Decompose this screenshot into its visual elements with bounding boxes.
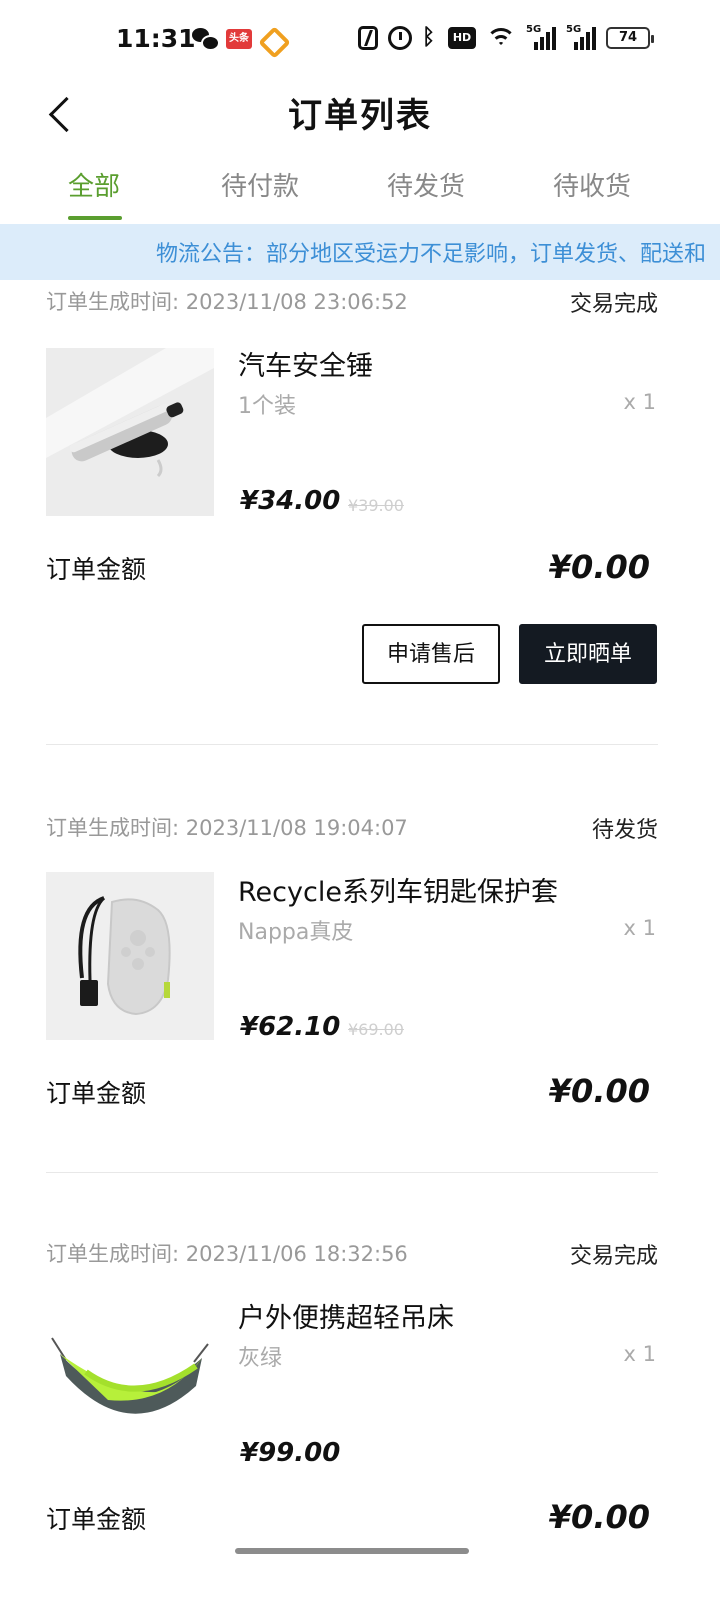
- tab-indicator: [68, 216, 122, 220]
- product-qty: x 1: [623, 916, 656, 940]
- order-time-value: 2023/11/08 19:04:07: [185, 816, 408, 840]
- product-name[interactable]: 汽车安全锤: [238, 344, 373, 383]
- status-bar: 11:31 头条 ᛒ HD 5G 5G 74: [0, 0, 720, 84]
- logistics-notice[interactable]: 物流公告：部分地区受运力不足影响，订单发货、配送和: [0, 224, 720, 280]
- order-status: 交易完成: [569, 292, 658, 317]
- product-spec: 1个装: [238, 394, 296, 419]
- order-tabs: 全部 待付款 待发货 待收货: [0, 160, 720, 222]
- order-amount: ¥0.00: [548, 1072, 650, 1110]
- alarm-icon: [388, 26, 412, 50]
- share-review-button[interactable]: 立即晒单: [519, 624, 657, 684]
- order-status: 待发货: [591, 818, 658, 843]
- product-spec: Nappa真皮: [238, 920, 354, 945]
- home-indicator[interactable]: [235, 1548, 469, 1554]
- key-cover-image: [46, 872, 214, 1040]
- wifi-icon: [486, 26, 516, 50]
- product-qty: x 1: [623, 390, 656, 414]
- product-thumbnail[interactable]: [46, 1296, 214, 1464]
- system-icons: ᛒ HD 5G 5G 74: [358, 24, 654, 50]
- order-time-value: 2023/11/06 18:32:56: [185, 1242, 408, 1266]
- page-title: 订单列表: [288, 96, 432, 136]
- bluetooth-icon: ᛒ: [422, 25, 436, 50]
- safety-hammer-image: [46, 348, 214, 516]
- order-time-label: 订单生成时间:: [46, 290, 180, 314]
- order-time-value: 2023/11/08 23:06:52: [185, 290, 408, 314]
- order-amount: ¥0.00: [548, 548, 650, 586]
- product-price: ¥62.10: [240, 1012, 341, 1042]
- original-price: ¥39.00: [348, 496, 404, 515]
- product-qty: x 1: [623, 1342, 656, 1366]
- product-price: ¥99.00: [240, 1438, 341, 1468]
- product-price: ¥34.00: [240, 486, 341, 516]
- product-name[interactable]: Recycle系列车钥匙保护套: [238, 870, 558, 909]
- product-spec: 灰绿: [238, 1346, 283, 1371]
- notice-text: 物流公告：部分地区受运力不足影响，订单发货、配送和: [156, 242, 707, 267]
- product-thumbnail[interactable]: [46, 348, 214, 516]
- tab-pending-shipment[interactable]: 待发货: [346, 166, 506, 203]
- divider: [46, 744, 658, 745]
- nfc-icon: [358, 26, 378, 50]
- order-time-label: 订单生成时间:: [46, 1242, 180, 1266]
- tab-pending-receipt[interactable]: 待收货: [512, 166, 672, 203]
- order-amount-label: 订单金额: [46, 555, 147, 584]
- wechat-icon: [192, 28, 220, 51]
- product-name[interactable]: 户外便携超轻吊床: [238, 1296, 454, 1335]
- heart-app-icon: [260, 28, 284, 50]
- hd-icon: HD: [448, 27, 476, 49]
- product-thumbnail[interactable]: [46, 872, 214, 1040]
- after-sales-button[interactable]: 申请售后: [362, 624, 500, 684]
- notification-icons: 头条: [192, 28, 284, 51]
- toutiao-icon: 头条: [226, 29, 252, 49]
- order-amount-label: 订单金额: [46, 1505, 147, 1534]
- order-amount: ¥0.00: [548, 1498, 650, 1536]
- tab-all[interactable]: 全部: [14, 166, 174, 203]
- order-time-label: 订单生成时间:: [46, 816, 180, 840]
- order-time: 订单生成时间: 2023/11/08 19:04:07: [46, 812, 408, 842]
- header: 订单列表: [0, 84, 720, 144]
- tab-pending-payment[interactable]: 待付款: [180, 166, 340, 203]
- battery-icon: 74: [606, 27, 654, 49]
- original-price: ¥69.00: [348, 1020, 404, 1039]
- order-status: 交易完成: [569, 1244, 658, 1269]
- status-time: 11:31: [116, 24, 196, 53]
- signal-icon: 5G: [526, 24, 556, 50]
- signal-icon: 5G: [566, 24, 596, 50]
- divider: [46, 1172, 658, 1173]
- order-time: 订单生成时间: 2023/11/08 23:06:52: [46, 286, 408, 316]
- order-amount-label: 订单金额: [46, 1079, 147, 1108]
- order-time: 订单生成时间: 2023/11/06 18:32:56: [46, 1238, 408, 1268]
- hammock-image: [46, 1296, 214, 1464]
